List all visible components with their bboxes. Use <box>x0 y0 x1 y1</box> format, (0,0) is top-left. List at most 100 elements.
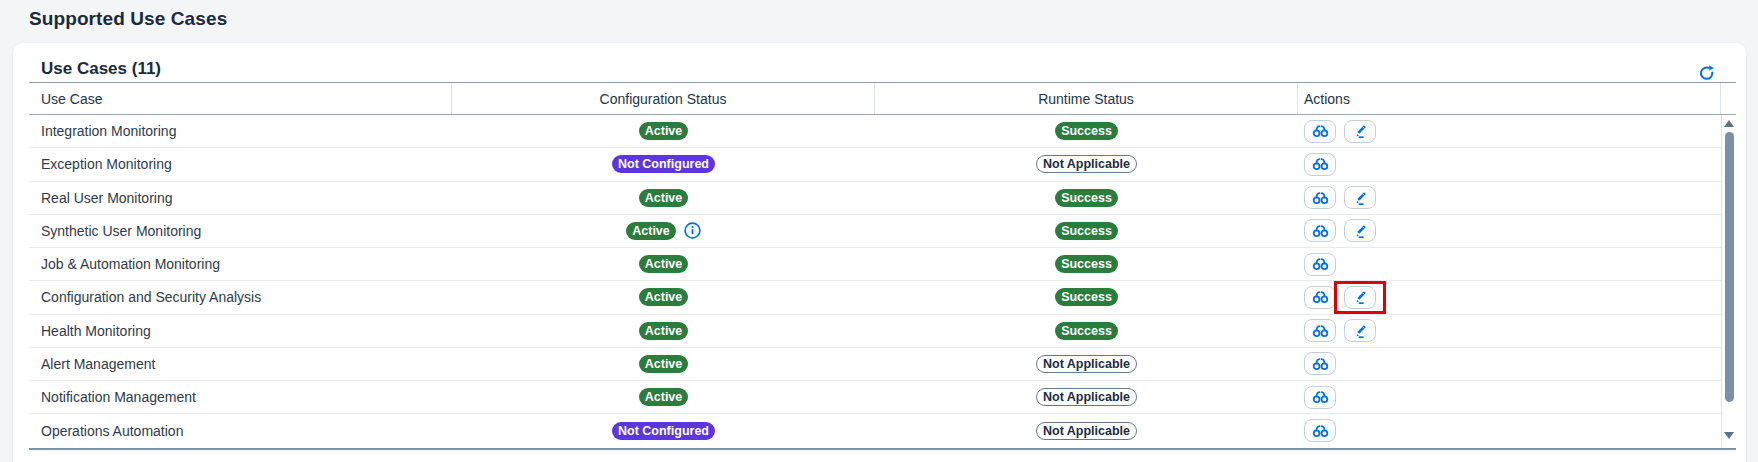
view-button[interactable] <box>1304 120 1336 143</box>
card-header: Use Cases (11) <box>29 43 1736 83</box>
runtime-status-badge: Success <box>1055 255 1118 273</box>
view-button[interactable] <box>1304 419 1336 442</box>
view-button[interactable] <box>1304 319 1336 342</box>
configuration-status-cell: Not Configured <box>452 148 875 181</box>
runtime-status-badge: Success <box>1055 122 1118 140</box>
scrollbar-down-arrow-icon[interactable] <box>1724 432 1734 439</box>
use-case-name: Exception Monitoring <box>29 148 452 181</box>
edit-icon <box>1352 190 1368 206</box>
highlight-box <box>1334 281 1386 314</box>
configuration-status-badge: Active <box>626 222 676 240</box>
use-case-name: Health Monitoring <box>29 315 452 348</box>
configuration-status-cell: Active <box>452 115 875 148</box>
table-row: Alert ManagementActiveNot Applicable <box>29 348 1736 381</box>
runtime-status-badge: Not Applicable <box>1036 422 1137 440</box>
configuration-status-cell: Active <box>452 348 875 381</box>
configuration-status-cell: Active <box>452 381 875 414</box>
edit-button[interactable] <box>1344 120 1376 143</box>
table-row: Health Monitoring Active Success <box>29 315 1736 348</box>
runtime-status-cell: Success <box>875 115 1298 148</box>
configuration-status-badge: Not Configured <box>612 422 715 440</box>
runtime-status-cell: Success <box>875 315 1298 348</box>
view-button[interactable] <box>1304 186 1336 209</box>
actions-cell <box>1298 215 1721 248</box>
info-icon[interactable] <box>684 222 701 239</box>
use-case-name: Real User Monitoring <box>29 182 452 215</box>
glasses-icon <box>1312 289 1329 305</box>
configuration-status-cell: Active <box>452 248 875 281</box>
actions-cell <box>1298 148 1721 181</box>
configuration-status-cell: Not Configured <box>452 414 875 447</box>
view-button[interactable] <box>1304 286 1336 309</box>
use-case-name: Job & Automation Monitoring <box>29 248 452 281</box>
runtime-status-badge: Success <box>1055 322 1118 340</box>
use-cases-card: Use Cases (11) Use Case Configuration St… <box>13 43 1746 462</box>
glasses-icon <box>1312 389 1329 405</box>
actions-cell <box>1298 281 1721 314</box>
view-button[interactable] <box>1304 386 1336 409</box>
table-header-row: Use Case Configuration Status Runtime St… <box>29 83 1736 115</box>
runtime-status-cell: Success <box>875 215 1298 248</box>
runtime-status-cell: Success <box>875 248 1298 281</box>
runtime-status-cell: Not Applicable <box>875 381 1298 414</box>
table-row: Operations AutomationNot ConfiguredNot A… <box>29 414 1736 447</box>
configuration-status-cell: Active <box>452 315 875 348</box>
table-row: Configuration and Security Analysis Activ… <box>29 281 1736 314</box>
table-body: Integration MonitoringActiveSuccessExcep… <box>29 115 1736 450</box>
glasses-icon <box>1312 156 1329 172</box>
edit-icon <box>1352 289 1368 305</box>
column-header-scrollbar-spacer <box>1721 83 1736 114</box>
runtime-status-badge: Not Applicable <box>1036 355 1137 373</box>
table-row: Integration Monitoring Active Success <box>29 115 1736 148</box>
view-button[interactable] <box>1304 253 1336 276</box>
use-case-name: Notification Management <box>29 381 452 414</box>
glasses-icon <box>1312 256 1329 272</box>
glasses-icon <box>1312 356 1329 372</box>
scrollbar-thumb[interactable] <box>1725 132 1734 402</box>
configuration-status-badge: Active <box>639 388 689 406</box>
scrollbar-up-arrow-icon[interactable] <box>1724 120 1734 127</box>
use-case-name: Synthetic User Monitoring <box>29 215 452 248</box>
actions-cell <box>1298 315 1721 348</box>
configuration-status-badge: Active <box>639 288 689 306</box>
glasses-icon <box>1312 323 1329 339</box>
edit-icon <box>1352 323 1368 339</box>
runtime-status-badge: Not Applicable <box>1036 155 1137 173</box>
configuration-status-badge: Active <box>639 355 689 373</box>
column-header-use-case: Use Case <box>29 83 452 114</box>
edit-button[interactable] <box>1344 219 1376 242</box>
runtime-status-cell: Not Applicable <box>875 348 1298 381</box>
edit-button[interactable] <box>1344 286 1376 309</box>
glasses-icon <box>1312 423 1329 439</box>
edit-icon <box>1352 123 1368 139</box>
configuration-status-badge: Active <box>639 322 689 340</box>
runtime-status-badge: Success <box>1055 222 1118 240</box>
table-row: Real User MonitoringActive Success <box>29 182 1736 215</box>
edit-button[interactable] <box>1344 186 1376 209</box>
configuration-status-cell: Active <box>452 281 875 314</box>
column-header-configuration-status: Configuration Status <box>452 83 875 114</box>
use-cases-table: Use Case Configuration Status Runtime St… <box>29 83 1736 450</box>
view-button[interactable] <box>1304 219 1336 242</box>
glasses-icon <box>1312 190 1329 206</box>
page-title: Supported Use Cases <box>29 8 227 30</box>
runtime-status-cell: Success <box>875 281 1298 314</box>
configuration-status-cell: Active <box>452 182 875 215</box>
use-case-name: Integration Monitoring <box>29 115 452 148</box>
runtime-status-cell: Success <box>875 182 1298 215</box>
runtime-status-badge: Not Applicable <box>1036 388 1137 406</box>
edit-button[interactable] <box>1344 319 1376 342</box>
table-row: Notification Management Active Not Applica… <box>29 381 1736 414</box>
use-case-name: Configuration and Security Analysis <box>29 281 452 314</box>
runtime-status-cell: Not Applicable <box>875 148 1298 181</box>
actions-cell <box>1298 381 1721 414</box>
view-button[interactable] <box>1304 153 1336 176</box>
runtime-status-badge: Success <box>1055 189 1118 207</box>
view-button[interactable] <box>1304 352 1336 375</box>
configuration-status-cell: Active <box>452 215 875 248</box>
column-header-actions: Actions <box>1298 83 1721 114</box>
runtime-status-cell: Not Applicable <box>875 414 1298 447</box>
configuration-status-badge: Active <box>639 122 689 140</box>
table-row: Job & Automation MonitoringActive Success <box>29 248 1736 281</box>
glasses-icon <box>1312 123 1329 139</box>
